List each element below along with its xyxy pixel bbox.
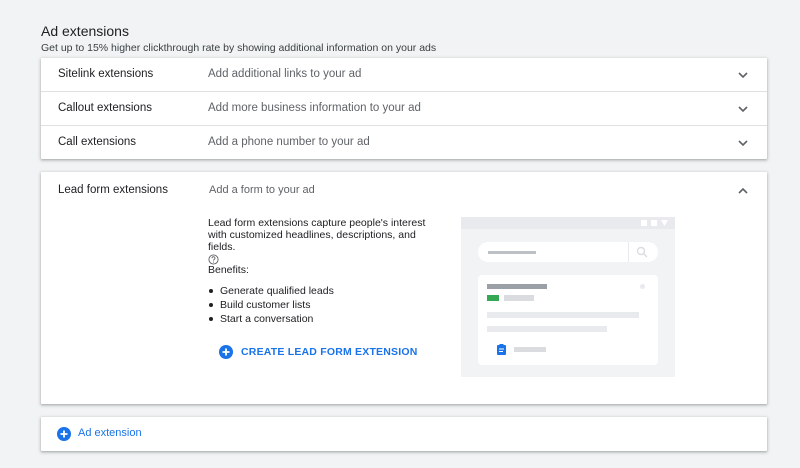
placeholder-bar (488, 251, 536, 254)
section-title: Ad extensions (41, 23, 129, 39)
call-extensions-row[interactable]: Call extensions Add a phone number to yo… (41, 126, 767, 160)
extension-name: Callout extensions (58, 102, 152, 114)
placeholder-bar (487, 312, 639, 318)
extensions-group: Sitelink extensions Add additional links… (41, 58, 767, 159)
window-triangle-icon (661, 220, 668, 226)
lead-form-body-line: with customized headlines, descriptions,… (208, 229, 416, 253)
benefit-item: Generate qualified leads (208, 284, 334, 298)
benefit-item: Start a conversation (208, 312, 334, 326)
placeholder-bar (487, 326, 607, 332)
window-control-icon (651, 220, 657, 226)
window-control-icon (641, 220, 647, 226)
create-lead-form-button[interactable]: CREATE LEAD FORM EXTENSION (219, 343, 418, 361)
chevron-down-icon[interactable] (737, 69, 749, 81)
ad-badge-chip (487, 295, 499, 301)
preview-ad-card (478, 275, 658, 365)
lead-form-name[interactable]: Lead form extensions (58, 184, 168, 196)
sitelink-extensions-row[interactable]: Sitelink extensions Add additional links… (41, 58, 767, 92)
chevron-down-icon[interactable] (737, 103, 749, 115)
add-extension-button[interactable]: Ad extension (41, 417, 767, 451)
extension-description: Add more business information to your ad (208, 102, 421, 114)
create-lead-form-label: CREATE LEAD FORM EXTENSION (241, 346, 418, 358)
extension-description: Add additional links to your ad (208, 68, 362, 80)
placeholder-dot (640, 284, 645, 289)
form-icon (497, 344, 506, 355)
benefit-item: Build customer lists (208, 298, 334, 312)
add-circle-icon (57, 427, 71, 441)
add-circle-icon (219, 345, 233, 359)
section-subtitle: Get up to 15% higher clickthrough rate b… (41, 42, 437, 54)
search-icon (636, 246, 648, 258)
benefits-list: Generate qualified leads Build customer … (208, 284, 334, 326)
chevron-down-icon[interactable] (737, 137, 749, 149)
chevron-up-icon[interactable] (737, 185, 749, 197)
lead-form-extensions-panel: Lead form extensions Add a form to your … (41, 172, 767, 404)
lead-form-description: Add a form to your ad (209, 184, 315, 196)
add-extension-label: Ad extension (78, 427, 142, 439)
preview-search-bar (478, 242, 658, 262)
benefits-label: Benefits: (208, 264, 249, 276)
divider (628, 242, 629, 262)
callout-extensions-row[interactable]: Callout extensions Add more business inf… (41, 92, 767, 126)
lead-form-body-line: Lead form extensions capture people's in… (208, 217, 426, 229)
placeholder-bar (504, 295, 534, 301)
preview-window-bar (461, 217, 675, 229)
extension-description: Add a phone number to your ad (208, 136, 370, 148)
placeholder-bar (487, 284, 547, 289)
extension-name: Call extensions (58, 136, 136, 148)
extension-name: Sitelink extensions (58, 68, 154, 80)
lead-form-body: Lead form extensions capture people's in… (208, 217, 443, 265)
ad-preview-illustration (461, 217, 675, 377)
placeholder-bar (514, 347, 546, 352)
